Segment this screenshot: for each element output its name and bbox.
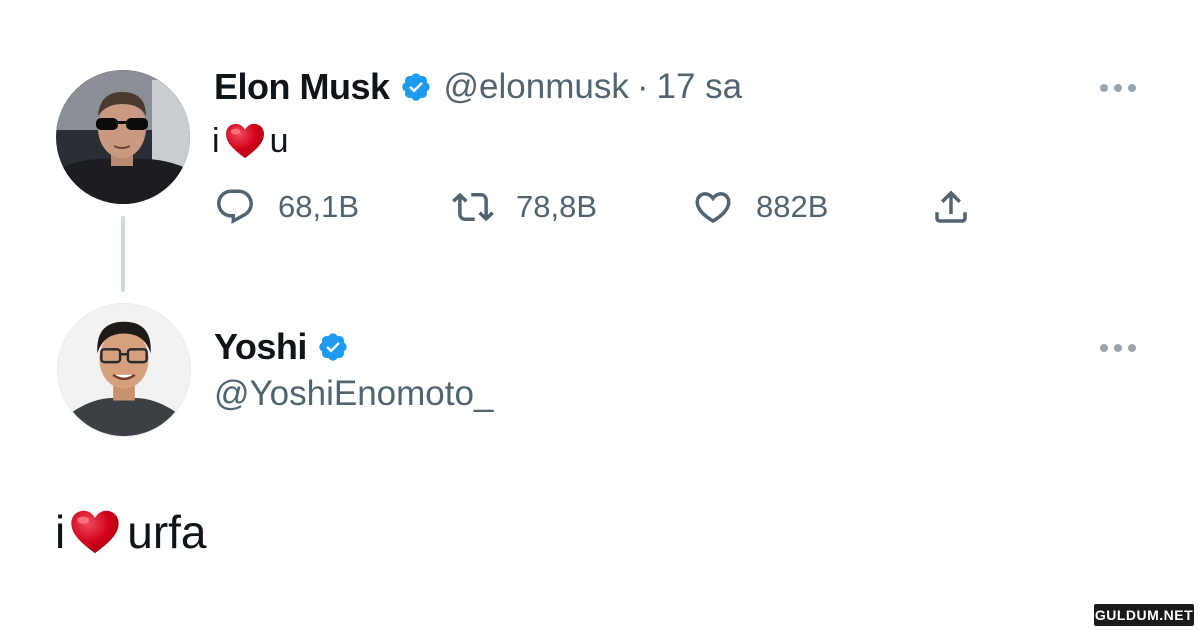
avatar[interactable]	[57, 303, 191, 437]
share-icon	[930, 186, 972, 228]
reply-text-suffix: urfa	[127, 506, 207, 558]
tweet-timestamp[interactable]: 17 sa	[657, 67, 743, 107]
watermark: GULDUM.NET	[1094, 604, 1194, 626]
verified-badge-icon	[400, 71, 432, 103]
verified-badge-icon	[317, 331, 349, 363]
thread-connector-line	[121, 216, 125, 292]
heart-emoji-icon	[69, 508, 121, 556]
reply-text-prefix: i	[55, 506, 66, 558]
retweet-icon	[452, 186, 494, 228]
avatar[interactable]	[56, 70, 190, 204]
more-options-icon[interactable]	[1098, 341, 1138, 355]
author-name[interactable]: Yoshi	[214, 326, 307, 368]
author-handle[interactable]: @YoshiEnomoto_	[214, 374, 493, 414]
like-button[interactable]: 882B	[692, 186, 828, 228]
author-name[interactable]: Elon Musk	[214, 66, 390, 108]
separator-dot: ·	[636, 67, 649, 106]
heart-outline-icon	[692, 186, 734, 228]
tweet-text-prefix: i	[212, 121, 220, 160]
share-button[interactable]	[930, 186, 994, 228]
heart-emoji-icon	[224, 122, 266, 160]
reply-count: 68,1B	[278, 189, 360, 224]
like-count: 882B	[756, 189, 829, 224]
retweet-count: 78,8B	[516, 189, 598, 224]
reply-header: Yoshi	[214, 324, 349, 370]
reply-button[interactable]: 68,1B	[214, 186, 359, 228]
author-handle[interactable]: @elonmusk	[444, 67, 629, 107]
retweet-button[interactable]: 78,8B	[452, 186, 597, 228]
reply-icon	[214, 186, 256, 228]
tweet-header: Elon Musk @elonmusk · 17 sa	[214, 64, 742, 110]
reply-text: i urfa	[55, 504, 207, 560]
more-options-icon[interactable]	[1098, 81, 1138, 95]
tweet-text-suffix: u	[269, 121, 289, 160]
tweet-text: i u	[212, 118, 288, 164]
